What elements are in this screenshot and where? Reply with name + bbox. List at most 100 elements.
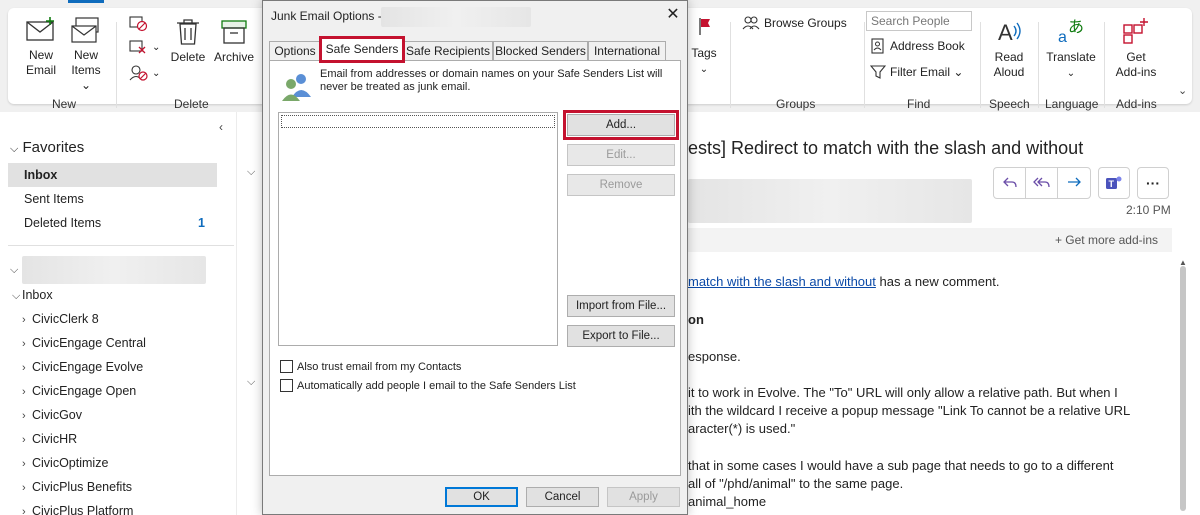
delete-label: Delete <box>170 50 206 64</box>
address-book-button[interactable]: Address Book <box>870 38 965 54</box>
chevron-right-icon[interactable]: › <box>22 500 32 515</box>
ignore-icon <box>129 16 148 32</box>
message-list: ⌵ ⌵ <box>236 112 262 515</box>
cleanup-button[interactable]: ⌄ <box>128 38 160 56</box>
info-text: Email from addresses or domain names on … <box>320 68 663 93</box>
chevron-right-icon[interactable]: › <box>22 428 32 452</box>
dialog-title: Junk Email Options - <box>271 9 382 23</box>
chevron-down-icon[interactable]: ⌵ <box>247 166 255 179</box>
account-name-redacted <box>22 256 207 284</box>
get-more-addins-label: Get more add-ins <box>1065 233 1158 247</box>
trash-icon <box>177 19 199 45</box>
collapse-ribbon-icon[interactable]: ⌄ <box>1178 84 1187 97</box>
ok-button[interactable]: OK <box>445 487 518 507</box>
trust-contacts-option[interactable]: Also trust email from my Contacts <box>280 360 461 373</box>
subfolder-item[interactable]: › CivicClerk 8 <box>22 307 99 331</box>
search-people-input[interactable]: Search People <box>866 11 972 31</box>
translate-button[interactable]: aあ Translate ⌄ <box>1044 16 1098 81</box>
apply-button[interactable]: Apply <box>607 487 680 507</box>
cancel-button[interactable]: Cancel <box>526 487 599 507</box>
new-email-icon <box>26 17 54 41</box>
favorite-inbox[interactable]: Inbox <box>8 163 217 187</box>
new-email-label: New Email <box>25 48 56 77</box>
tab-safe-senders[interactable]: Safe Senders <box>319 36 405 63</box>
forward-button[interactable] <box>1058 168 1090 198</box>
new-email-button[interactable]: New Email <box>24 16 58 78</box>
reply-button[interactable] <box>994 168 1026 198</box>
cleanup-icon <box>129 40 146 54</box>
folder-label: CivicEngage Evolve <box>32 360 144 374</box>
scroll-thumb[interactable] <box>1180 266 1186 511</box>
list-focus-row[interactable] <box>281 115 555 128</box>
plus-icon: + <box>1054 233 1066 247</box>
archive-button[interactable]: Archive <box>211 16 257 65</box>
new-items-button[interactable]: New Items ⌄ <box>66 16 106 93</box>
tab-international[interactable]: International <box>588 41 666 60</box>
tab-blocked-senders[interactable]: Blocked Senders <box>493 41 588 60</box>
close-icon[interactable]: ✕ <box>663 4 683 26</box>
junk-icon <box>129 65 148 81</box>
folder-inbox[interactable]: ⌵ Inbox <box>12 283 53 307</box>
collapse-pane-icon[interactable]: ‹ <box>219 120 223 134</box>
get-addins-button[interactable]: Get Add-ins <box>1110 16 1162 80</box>
address-book-icon <box>871 38 884 54</box>
message-subject: ests] Redirect to match with the slash a… <box>688 138 1084 158</box>
subfolder-item[interactable]: › CivicEngage Central <box>22 331 146 355</box>
favorite-sent-items[interactable]: Sent Items <box>8 187 217 211</box>
folder-label: CivicPlus Benefits <box>32 480 133 494</box>
delete-button[interactable]: Delete <box>170 16 206 65</box>
filter-email-button[interactable]: Filter Email ⌄ <box>870 64 963 80</box>
body-line: ith the wildcard I receive a popup messa… <box>688 403 1131 418</box>
archive-label: Archive <box>213 50 254 64</box>
subfolder-item[interactable]: › CivicOptimize <box>22 451 108 475</box>
tags-button[interactable]: Tags ⌄ <box>688 16 720 77</box>
subfolder-item[interactable]: › CivicEngage Open <box>22 379 136 403</box>
scrollbar[interactable]: ▲ <box>1178 258 1188 515</box>
chevron-right-icon[interactable]: › <box>22 356 32 380</box>
trust-contacts-checkbox[interactable] <box>280 360 293 373</box>
chevron-down-icon[interactable]: ⌵ <box>247 376 255 389</box>
read-aloud-button[interactable]: A Read Aloud <box>988 16 1030 80</box>
translate-label: Translate <box>1046 50 1096 64</box>
auto-add-checkbox[interactable] <box>280 379 293 392</box>
junk-button[interactable]: ⌄ <box>128 64 160 82</box>
more-actions-button[interactable]: ··· <box>1137 167 1169 199</box>
add-button[interactable]: Add... <box>563 110 679 140</box>
remove-button[interactable]: Remove <box>567 174 675 196</box>
subfolder-item[interactable]: › CivicGov <box>22 403 82 427</box>
chevron-right-icon[interactable]: › <box>22 452 32 476</box>
chevron-right-icon[interactable]: › <box>22 332 32 356</box>
edit-button[interactable]: Edit... <box>567 144 675 166</box>
import-from-file-button[interactable]: Import from File... <box>567 295 675 317</box>
teams-icon: T <box>1106 176 1122 189</box>
auto-add-option[interactable]: Automatically add people I email to the … <box>280 379 576 392</box>
svg-text:あ: あ <box>1068 17 1084 36</box>
reading-pane: ests] Redirect to match with the slash a… <box>688 112 1200 515</box>
browse-groups-button[interactable]: Browse Groups <box>742 15 847 31</box>
reply-all-button[interactable] <box>1026 168 1058 198</box>
svg-text:A: A <box>998 20 1013 45</box>
safe-senders-list[interactable] <box>278 112 558 346</box>
folder-label: CivicGov <box>32 408 83 422</box>
tab-options[interactable]: Options <box>269 41 321 60</box>
ignore-button[interactable] <box>128 14 148 32</box>
subfolder-item[interactable]: › CivicHR <box>22 427 77 451</box>
subfolder-item[interactable]: › CivicPlus Benefits <box>22 475 132 499</box>
chevron-right-icon[interactable]: › <box>22 308 32 332</box>
folder-label: Sent Items <box>24 192 84 206</box>
teams-button[interactable]: T <box>1098 167 1130 199</box>
account-header[interactable]: ⌵ <box>10 256 207 284</box>
body-link[interactable]: match with the slash and without <box>688 274 876 289</box>
chevron-right-icon[interactable]: › <box>22 476 32 500</box>
chevron-right-icon[interactable]: › <box>22 380 32 404</box>
favorites-header[interactable]: ⌵ Favorites <box>10 139 84 156</box>
subfolder-item[interactable]: › CivicPlus Platform <box>22 499 133 515</box>
chevron-right-icon[interactable]: › <box>22 404 32 428</box>
tab-safe-recipients[interactable]: Safe Recipients <box>403 41 493 60</box>
chevron-down-icon: ⌵ <box>10 143 19 155</box>
export-to-file-button[interactable]: Export to File... <box>567 325 675 347</box>
favorite-deleted-items[interactable]: Deleted Items 1 <box>8 211 217 235</box>
filter-icon <box>870 65 886 79</box>
get-more-addins-link[interactable]: + Get more add-ins <box>1055 233 1158 247</box>
subfolder-item[interactable]: › CivicEngage Evolve <box>22 355 143 379</box>
